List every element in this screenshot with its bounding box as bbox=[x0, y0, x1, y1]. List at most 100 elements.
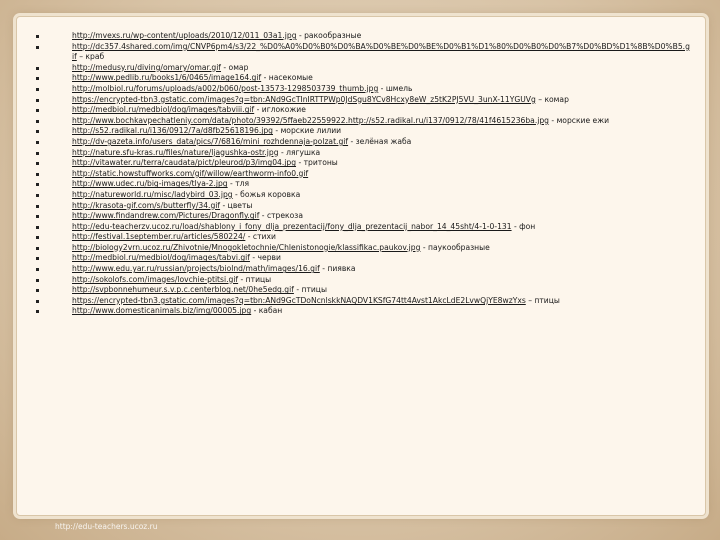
list-item: http://natureworld.ru/misc/ladybird_03.j… bbox=[36, 189, 692, 201]
link-description: - иглокожие bbox=[254, 105, 306, 115]
bullet-icon bbox=[36, 278, 39, 282]
bullet-icon bbox=[36, 77, 39, 81]
bullet-icon bbox=[36, 140, 39, 144]
list-item: http://dv-gazeta.info/users_data/pics/7/… bbox=[36, 136, 692, 148]
link-description: - божья коровка bbox=[232, 189, 301, 199]
link-description: - лягушка bbox=[278, 147, 321, 157]
bullet-icon bbox=[36, 109, 39, 113]
list-item: http://krasota-gif.com/s/butterfly/34.gi… bbox=[36, 201, 692, 212]
bullet-icon bbox=[36, 225, 39, 229]
source-link[interactable]: http://www.edu.yar.ru/russian/projects/b… bbox=[72, 264, 320, 273]
list-item: http://nature.sfu-kras.ru/files/nature/l… bbox=[36, 147, 692, 159]
source-link[interactable]: http://biology2vrn.ucoz.ru/Zhivotnie/Mno… bbox=[72, 243, 420, 252]
bullet-icon bbox=[36, 204, 39, 208]
bullet-icon bbox=[36, 98, 39, 102]
bullet-icon bbox=[36, 130, 39, 134]
list-item: http://medbiol.ru/medbiol/dog/images/tab… bbox=[36, 253, 692, 264]
link-description: - насекомые bbox=[261, 73, 313, 83]
list-item: http://medusy.ru/diving/omary/omar.gif -… bbox=[36, 62, 692, 74]
bullet-icon bbox=[36, 35, 39, 38]
list-item: http://s52.radikal.ru/i136/0912/7a/d8fb2… bbox=[36, 126, 692, 137]
source-link[interactable]: http://medbiol.ru/medbiol/dog/images/tab… bbox=[72, 105, 254, 114]
link-description: – краб bbox=[76, 52, 105, 62]
list-item: http://sokolofs.com/images/lovchie-ptits… bbox=[36, 274, 692, 286]
link-description: - шмель bbox=[378, 83, 413, 93]
list-item: http://biology2vrn.ucoz.ru/Zhivotnie/Mno… bbox=[36, 242, 692, 254]
bullet-icon bbox=[36, 162, 39, 166]
source-link[interactable]: http://vitawater.ru/terra/caudata/pict/p… bbox=[72, 158, 296, 167]
link-description: - ракообразные bbox=[296, 31, 362, 40]
source-link[interactable]: https://encrypted-tbn3.gstatic.com/image… bbox=[72, 95, 536, 104]
source-link[interactable]: http://www.domesticanimals.biz/img/00005… bbox=[72, 306, 251, 315]
reference-list: http://mvexs.ru/wp-content/uploads/2010/… bbox=[36, 31, 692, 317]
list-item: http://dc357.4shared.com/img/CNVP6pm4/s3… bbox=[36, 42, 692, 63]
source-link[interactable]: http://krasota-gif.com/s/butterfly/34.gi… bbox=[72, 201, 220, 210]
list-item: http://www.bochkavpechatleniy.com/data/p… bbox=[36, 115, 692, 127]
source-link[interactable]: http://static.howstuffworks.com/gif/will… bbox=[72, 169, 308, 178]
list-item: http://festival.1september.ru/articles/5… bbox=[36, 232, 692, 243]
source-link[interactable]: http://nature.sfu-kras.ru/files/nature/l… bbox=[72, 148, 279, 157]
bullet-icon bbox=[36, 257, 39, 261]
bullet-icon bbox=[36, 236, 39, 240]
bullet-icon bbox=[36, 119, 39, 123]
link-description: - кабан bbox=[251, 306, 283, 316]
bullet-icon bbox=[36, 172, 39, 176]
list-item: http://medbiol.ru/medbiol/dog/images/tab… bbox=[36, 105, 692, 116]
footer-watermark: http://edu-teachers.ucoz.ru bbox=[55, 522, 158, 531]
source-link[interactable]: http://dv-gazeta.info/users_data/pics/7/… bbox=[72, 137, 348, 146]
source-link[interactable]: http://mvexs.ru/wp-content/uploads/2010/… bbox=[72, 31, 297, 40]
bullet-icon bbox=[36, 66, 39, 70]
link-description: – комар bbox=[535, 94, 569, 104]
source-link[interactable]: http://molbiol.ru/forums/uploads/a002/b0… bbox=[72, 84, 378, 93]
bullet-icon bbox=[36, 215, 39, 219]
slide: http://mvexs.ru/wp-content/uploads/2010/… bbox=[0, 0, 720, 540]
bullet-icon bbox=[36, 268, 39, 272]
list-item: https://encrypted-tbn3.gstatic.com/image… bbox=[36, 94, 692, 106]
bullet-icon bbox=[36, 87, 39, 91]
list-item: http://svpbonnehumeur.s.v.p.c.centerblog… bbox=[36, 285, 692, 296]
link-description: - фон bbox=[511, 221, 536, 231]
source-link[interactable]: http://svpbonnehumeur.s.v.p.c.centerblog… bbox=[72, 285, 294, 294]
source-link[interactable]: http://edu-teacherzv.ucoz.ru/load/shablo… bbox=[72, 222, 512, 231]
source-link[interactable]: http://www.bochkavpechatleniy.com/data/p… bbox=[72, 116, 549, 125]
bullet-icon bbox=[36, 45, 39, 49]
list-item: http://mvexs.ru/wp-content/uploads/2010/… bbox=[36, 31, 692, 42]
link-description: - птицы bbox=[293, 285, 327, 295]
list-item: http://www.domesticanimals.biz/img/00005… bbox=[36, 306, 692, 317]
link-description: - пиявка bbox=[319, 264, 356, 274]
source-link[interactable]: http://sokolofs.com/images/lovchie-ptits… bbox=[72, 275, 238, 284]
bullet-icon bbox=[36, 299, 39, 303]
link-description: - морские лилии bbox=[273, 126, 342, 136]
source-link[interactable]: https://encrypted-tbn3.gstatic.com/image… bbox=[72, 296, 526, 305]
source-link[interactable]: http://medusy.ru/diving/omary/omar.gif bbox=[72, 63, 221, 72]
link-description: - птицы bbox=[238, 274, 272, 284]
list-item: http://www.pedlib.ru/books1/6/0465/image… bbox=[36, 73, 692, 84]
link-description: - черви bbox=[249, 253, 281, 263]
link-description: - тритоны bbox=[296, 158, 338, 168]
link-description: - омар bbox=[220, 62, 249, 72]
source-link[interactable]: http://www.udec.ru/big-images/tlya-2.jpg bbox=[72, 179, 228, 188]
link-description: - зелёная жаба bbox=[348, 136, 412, 146]
source-link[interactable]: http://www.findandrew.com/Pictures/Drago… bbox=[72, 211, 259, 220]
bullet-icon bbox=[36, 183, 39, 187]
source-link[interactable]: http://www.pedlib.ru/books1/6/0465/image… bbox=[72, 73, 261, 82]
source-link[interactable]: http://s52.radikal.ru/i136/0912/7a/d8fb2… bbox=[72, 126, 273, 135]
list-item: http://vitawater.ru/terra/caudata/pict/p… bbox=[36, 158, 692, 169]
bullet-icon bbox=[36, 289, 39, 293]
link-description: - паукообразные bbox=[420, 242, 490, 252]
source-link[interactable]: http://medbiol.ru/medbiol/dog/images/tab… bbox=[72, 253, 250, 262]
link-description: - тля bbox=[227, 179, 250, 189]
link-description: - морские ежи bbox=[549, 115, 610, 125]
list-item: http://molbiol.ru/forums/uploads/a002/b0… bbox=[36, 83, 692, 95]
list-item: http://www.udec.ru/big-images/tlya-2.jpg… bbox=[36, 179, 692, 190]
bullet-icon bbox=[36, 246, 39, 250]
bullet-icon bbox=[36, 151, 39, 155]
list-item: http://static.howstuffworks.com/gif/will… bbox=[36, 169, 692, 180]
source-link[interactable]: http://dc357.4shared.com/img/CNVP6pm4/s3… bbox=[72, 42, 690, 62]
list-item: http://www.edu.yar.ru/russian/projects/b… bbox=[36, 264, 692, 275]
list-item: http://www.findandrew.com/Pictures/Drago… bbox=[36, 211, 692, 222]
bullet-icon bbox=[36, 193, 39, 197]
list-item: https://encrypted-tbn3.gstatic.com/image… bbox=[36, 296, 692, 307]
source-link[interactable]: http://festival.1september.ru/articles/5… bbox=[72, 232, 245, 241]
source-link[interactable]: http://natureworld.ru/misc/ladybird_03.j… bbox=[72, 190, 233, 199]
